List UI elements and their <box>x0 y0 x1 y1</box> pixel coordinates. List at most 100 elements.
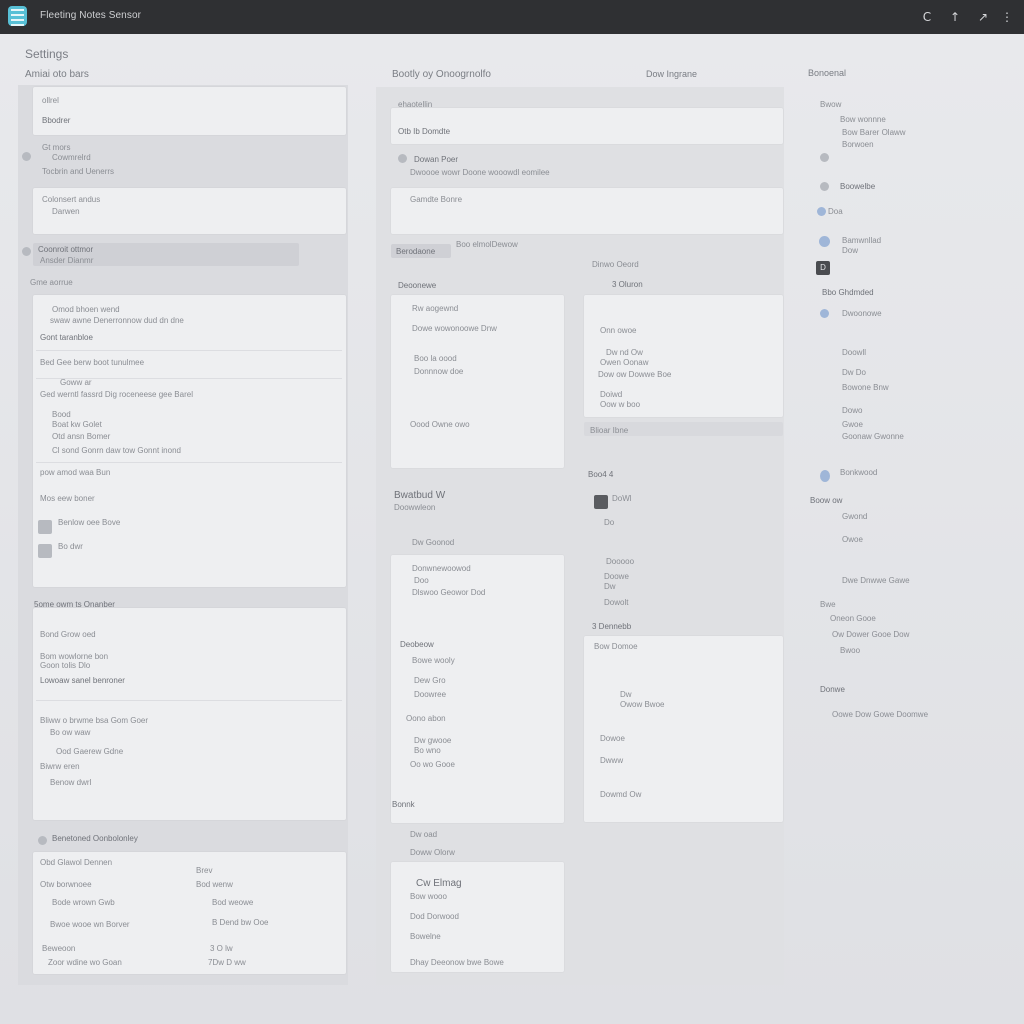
right-item[interactable]: Dwoonowe <box>842 309 882 318</box>
list-item[interactable]: Bo ow waw <box>50 728 90 737</box>
list-item[interactable]: Dwww <box>600 756 623 765</box>
list-item[interactable]: Dw Goonod <box>412 538 454 547</box>
right-item[interactable]: Bamwnllad <box>842 236 881 245</box>
list-item[interactable]: Do <box>604 518 614 527</box>
list-item[interactable]: Deobeow <box>400 640 434 649</box>
right-item[interactable]: Bonkwood <box>840 468 877 477</box>
right-item[interactable]: Dow <box>842 246 858 255</box>
list-item[interactable]: Otd ansn Bomer <box>52 432 110 441</box>
right-item[interactable]: Dwe Dnwwe Gawe <box>842 576 910 585</box>
list-item[interactable]: Owen Oonaw <box>600 358 648 367</box>
list-item[interactable]: Donwnewoowod <box>412 564 471 573</box>
right-item[interactable]: Dw Do <box>842 368 866 377</box>
right-item[interactable]: Gwond <box>842 512 867 521</box>
list-item[interactable]: Bood <box>52 410 71 419</box>
list-item[interactable]: 3 O lw <box>210 944 233 953</box>
list-item[interactable]: Beweoon <box>42 944 75 953</box>
right-item[interactable]: Bwe <box>820 600 836 609</box>
list-item[interactable]: Dow ow Dowwe Boe <box>598 370 671 379</box>
list-item[interactable]: Bod wenw <box>196 880 233 889</box>
checkbox-icon[interactable] <box>38 520 52 534</box>
pin-icon[interactable]: ↑ <box>946 8 964 26</box>
right-item[interactable]: Bowone Bnw <box>842 383 889 392</box>
list-item[interactable]: Mos eew boner <box>40 494 95 503</box>
list-item[interactable]: Doiwd <box>600 390 622 399</box>
list-item[interactable]: Bow Domoe <box>594 642 638 651</box>
list-item[interactable]: Doww Olorw <box>410 848 455 857</box>
right-item[interactable]: Dowo <box>842 406 862 415</box>
share-icon[interactable]: ↗ <box>974 8 992 26</box>
list-item[interactable]: Dooooo <box>606 557 634 566</box>
menu-icon[interactable]: ⋮ <box>998 8 1016 26</box>
list-item[interactable]: Ood Gaerew Gdne <box>56 747 123 756</box>
list-item[interactable]: Doowe <box>604 572 629 581</box>
list-item[interactable]: Brev <box>196 866 212 875</box>
list-item[interactable]: Bwoe wooe wn Borver <box>50 920 130 929</box>
list-item[interactable]: swaw awne Denerronnow dud dn dne <box>50 316 184 325</box>
checkbox-icon[interactable] <box>38 544 52 558</box>
right-item[interactable]: Boow ow <box>810 496 842 505</box>
list-item[interactable]: Doowree <box>414 690 446 699</box>
list-item[interactable]: Boat kw Golet <box>52 420 102 429</box>
list-item[interactable]: Bod weowe <box>212 898 253 907</box>
right-item[interactable]: Bow Barer Olaww <box>842 128 906 137</box>
list-item[interactable]: 7Dw D ww <box>208 958 246 967</box>
list-item[interactable]: Ged werntl fassrd Dig roceneese gee Bare… <box>40 390 193 399</box>
right-item[interactable]: Bwow <box>820 100 841 109</box>
right-item[interactable]: Oneon Gooe <box>830 614 876 623</box>
list-item[interactable]: Obd Glawol Dennen <box>40 858 112 867</box>
list-item[interactable]: Oow w boo <box>600 400 640 409</box>
list-item[interactable]: Benlow oee Bove <box>58 518 120 527</box>
right-item[interactable]: Owoe <box>842 535 863 544</box>
list-item[interactable]: Donnnow doe <box>414 367 463 376</box>
list-item[interactable]: Bo wno <box>414 746 441 755</box>
list-item[interactable]: Dw <box>604 582 616 591</box>
list-item[interactable]: Goww ar <box>60 378 92 387</box>
list-item[interactable]: Dw oad <box>410 830 437 839</box>
list-item[interactable]: Goon tolis Dlo <box>40 661 90 670</box>
list-item[interactable]: Cw Elmag <box>416 878 462 889</box>
list-item[interactable]: Bom wowlorne bon <box>40 652 108 661</box>
list-item[interactable]: Oo wo Gooe <box>410 760 455 769</box>
right-item[interactable]: Borwoen <box>842 140 874 149</box>
list-item[interactable]: Bowe wooly <box>412 656 455 665</box>
list-item[interactable]: Bliww o brwme bsa Gom Goer <box>40 716 148 725</box>
right-item[interactable]: Donwe <box>820 685 845 694</box>
right-item[interactable]: Ow Dower Gooe Dow <box>832 630 909 639</box>
right-item[interactable]: Doowll <box>842 348 866 357</box>
left-card-1[interactable] <box>33 87 346 135</box>
list-item[interactable]: Dowmd Ow <box>600 790 641 799</box>
right-item[interactable]: Doa <box>828 207 843 216</box>
list-item[interactable]: Bode wrown Gwb <box>52 898 115 907</box>
right-item[interactable]: Goonaw Gwonne <box>842 432 904 441</box>
list-item[interactable]: Bowelne <box>410 932 441 941</box>
right-item[interactable]: Gwoe <box>842 420 863 429</box>
list-item[interactable]: Lowoaw sanel benroner <box>40 676 125 685</box>
refresh-icon[interactable]: C <box>918 8 936 26</box>
list-item[interactable]: Omod bhoen wend <box>52 305 120 314</box>
list-item[interactable]: Biwrw eren <box>40 762 80 771</box>
list-item[interactable]: Dw nd Ow <box>606 348 643 357</box>
list-item[interactable]: Dowoe <box>600 734 625 743</box>
list-item[interactable]: Owow Bwoe <box>620 700 664 709</box>
list-item[interactable]: Dowe wowonoowe Dnw <box>412 324 497 333</box>
list-item[interactable]: B Dend bw Ooe <box>212 918 268 927</box>
settings-square-icon[interactable]: D <box>816 261 830 275</box>
list-item[interactable]: Boo la oood <box>414 354 457 363</box>
middle-card-1[interactable] <box>391 108 783 144</box>
list-item[interactable]: Dowolt <box>604 598 628 607</box>
list-item[interactable]: Bond Grow oed <box>40 630 96 639</box>
list-item[interactable]: Dew Gro <box>414 676 446 685</box>
list-item[interactable]: pow amod waa Bun <box>40 468 110 477</box>
right-item[interactable]: Bow wonnne <box>840 115 886 124</box>
list-item[interactable]: Doo <box>414 576 429 585</box>
list-item[interactable]: Gont taranbloe <box>40 333 93 342</box>
right-item[interactable]: Bwoo <box>840 646 860 655</box>
list-item[interactable]: Dhay Deeonow bwe Bowe <box>410 958 504 967</box>
list-item[interactable]: Cl sond Gonrn daw tow Gonnt inond <box>52 446 181 455</box>
list-item[interactable]: Zoor wdine wo Goan <box>48 958 122 967</box>
list-item[interactable]: Dw <box>620 690 632 699</box>
list-item[interactable]: Onn owoe <box>600 326 636 335</box>
list-item[interactable]: Otw borwnoee <box>40 880 92 889</box>
list-item[interactable]: Dlswoo Geowor Dod <box>412 588 485 597</box>
